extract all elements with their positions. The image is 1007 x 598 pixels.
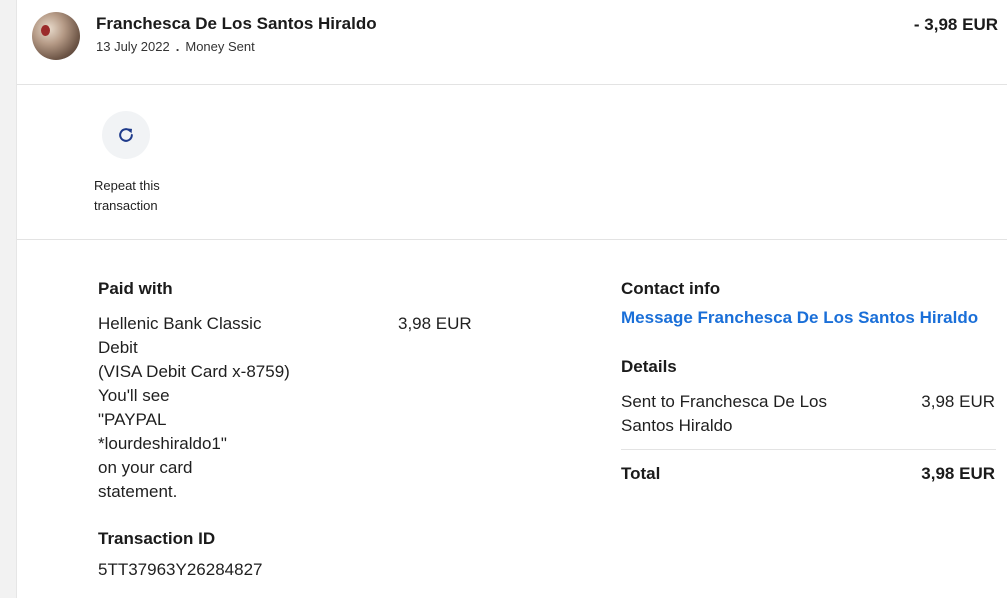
transaction-date: 13 July 2022 [96, 39, 170, 54]
payment-line: (VISA Debit Card x-8759) [98, 362, 290, 381]
transaction-type: Money Sent [185, 39, 255, 54]
transaction-details-card: Franchesca De Los Santos Hiraldo 13 July… [16, 0, 1007, 598]
repeat-transaction-label[interactable]: Repeat this transaction [94, 176, 194, 216]
repeat-section: Repeat this transaction [17, 85, 1007, 240]
paid-with-heading: Paid with [98, 279, 173, 298]
sent-to-line: Sent to Franchesca De Los [621, 392, 828, 411]
details-divider [621, 449, 996, 450]
payment-line: "PAYPAL [98, 410, 167, 429]
sent-to-description: Sent to Franchesca De Los Santos Hiraldo [621, 390, 861, 438]
meta-separator: . [175, 39, 180, 54]
details-heading: Details [621, 357, 677, 376]
transaction-amount: - 3,98 EUR [913, 15, 998, 34]
payment-line: on your card [98, 458, 193, 477]
total-amount: 3,98 EUR [921, 464, 995, 483]
transaction-header: Franchesca De Los Santos Hiraldo 13 July… [17, 0, 1007, 85]
recipient-name: Franchesca De Los Santos Hiraldo [96, 14, 377, 33]
avatar [32, 12, 80, 60]
sent-to-line: Santos Hiraldo [621, 416, 733, 435]
sent-amount: 3,98 EUR [921, 392, 995, 411]
payment-line: You'll see [98, 386, 170, 405]
message-recipient-link[interactable]: Message Franchesca De Los Santos Hiraldo [621, 308, 978, 328]
payment-line: Hellenic Bank Classic [98, 314, 262, 333]
transaction-meta: 13 July 2022. Money Sent [96, 39, 255, 54]
transaction-id-heading: Transaction ID [98, 529, 216, 548]
paid-amount: 3,98 EUR [398, 314, 472, 333]
payment-line: Debit [98, 338, 138, 357]
contact-info-heading: Contact info [621, 279, 721, 298]
payment-method-description: Hellenic Bank Classic Debit (VISA Debit … [98, 312, 328, 504]
total-label: Total [621, 464, 661, 483]
repeat-transaction-button[interactable] [102, 111, 150, 159]
refresh-icon [119, 128, 133, 142]
transaction-id: 5TT37963Y26284827 [98, 560, 263, 579]
payment-line: *lourdeshiraldo1" [98, 434, 227, 453]
payment-line: statement. [98, 482, 178, 501]
